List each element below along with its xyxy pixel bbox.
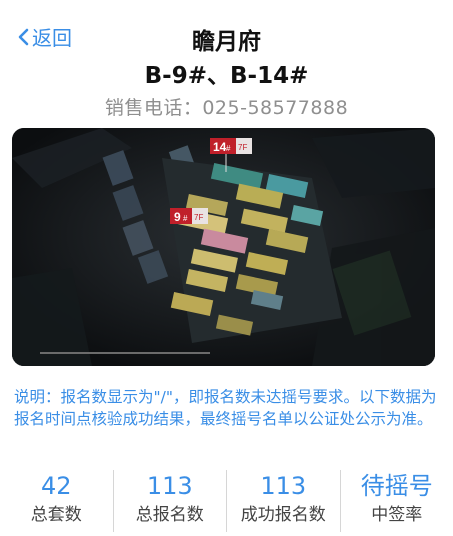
lottery-stats: 42 总套数 113 总报名数 113 成功报名数 待摇号 中签率 xyxy=(0,468,453,536)
building-tag-9: 9 # 7F xyxy=(170,208,208,224)
stat-label: 总报名数 xyxy=(135,505,204,525)
disclaimer-note: 说明：报名数显示为"/"，即报名数未达摇号要求。以下数据为报名时间点核验成功结果… xyxy=(14,388,437,428)
stat-label: 总套数 xyxy=(30,505,82,525)
stat-total-units: 42 总套数 xyxy=(0,470,114,532)
svg-text:#: # xyxy=(183,214,188,223)
building-numbers: B-9#、B-14# xyxy=(144,63,309,89)
svg-text:7F: 7F xyxy=(194,213,203,222)
svg-text:#: # xyxy=(226,144,231,153)
aerial-rendering: 14 # 7F 9 # 7F xyxy=(12,128,435,366)
stat-value: 113 xyxy=(260,472,307,500)
stat-value: 113 xyxy=(146,472,193,500)
stat-label: 成功报名数 xyxy=(240,505,326,525)
stat-label: 中签率 xyxy=(371,505,423,525)
stat-value: 42 xyxy=(40,472,72,500)
stat-successful-registrations: 113 成功报名数 xyxy=(227,470,341,532)
sales-phone[interactable]: 销售电话：025-58577888 xyxy=(0,93,453,120)
stat-win-rate: 待摇号 中签率 xyxy=(341,470,453,532)
stat-total-registrations: 113 总报名数 xyxy=(114,470,227,532)
stat-value: 待摇号 xyxy=(360,472,433,500)
svg-text:9: 9 xyxy=(174,210,181,224)
project-title: 瞻月府 xyxy=(192,29,261,55)
svg-text:7F: 7F xyxy=(238,143,247,152)
svg-text:14: 14 xyxy=(213,140,227,154)
